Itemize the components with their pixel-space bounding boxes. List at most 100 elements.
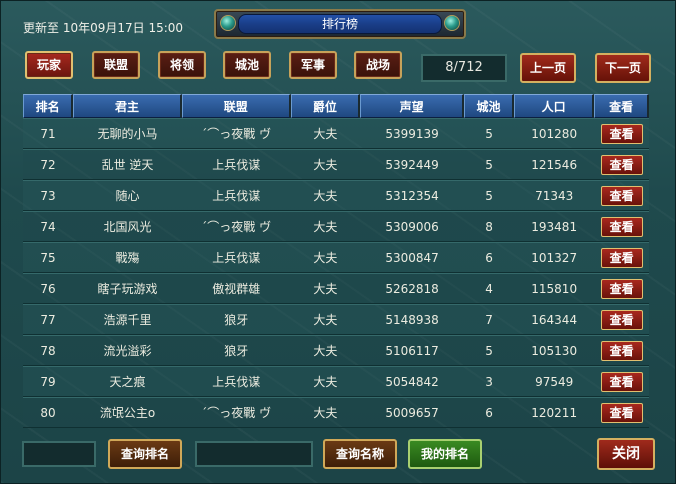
view-button[interactable]: 查看 [600,216,643,237]
prestige-cell: 5312354 [360,180,464,211]
tab-alliance[interactable]: 联盟 [92,51,140,79]
lord-cell: 瞎子玩游戏 [73,273,182,304]
view-cell: 查看 [594,366,649,397]
cities-cell: 8 [463,211,515,242]
table-row: 74 北国风光 ˊ⌒っ夜戰 ヴ大夫 5309006 8 193481 查看 [23,211,649,242]
table-header-row: 排名 君主 联盟 爵位 声望 城池 人口 查看 [23,94,649,118]
window-title: 排行榜 [238,14,442,34]
view-button[interactable]: 查看 [600,185,643,206]
view-button[interactable]: 查看 [600,402,643,423]
prev-page-button[interactable]: 上一页 [520,53,576,83]
population-cell: 121546 [514,149,595,180]
view-button[interactable]: 查看 [600,309,643,330]
table-row: 71 无聊的小马 ˊ⌒っ夜戰 ヴ大夫 5399139 5 101280 查看 [23,118,649,149]
view-button[interactable]: 查看 [600,123,643,144]
page-indicator: 8/712 [421,54,507,82]
rank-query-input[interactable] [22,441,96,467]
rank-cell: 76 [23,273,74,304]
lord-cell: 戰殤 [73,242,182,273]
title-cell: 大夫 [290,304,361,335]
view-cell: 查看 [594,149,649,180]
col-rank-header[interactable]: 排名 [23,94,74,118]
rank-cell: 78 [23,335,74,366]
title-cell: 大夫 [290,149,361,180]
lord-cell: 无聊的小马 [73,118,182,149]
population-cell: 97549 [514,366,595,397]
title-cell: 大夫 [290,335,361,366]
cities-cell: 6 [463,242,515,273]
title-cell: 大夫 [290,118,361,149]
prestige-cell: 5309006 [360,211,464,242]
alliance-cell: 狼牙 [181,335,291,366]
title-cell: 大夫 [290,366,361,397]
alliance-cell: ˊ⌒っ夜戰 ヴ [181,211,291,242]
tab-battlefield[interactable]: 战场 [354,51,402,79]
ranking-window: 更新至 10年09月17日 15:00 排行榜 玩家 联盟 将领 城池 军事 战… [0,0,676,484]
alliance-cell: 傲视群雄 [181,273,291,304]
population-cell: 164344 [514,304,595,335]
table-row: 77 浩源千里 狼牙 大夫 5148938 7 164344 查看 [23,304,649,335]
tab-city[interactable]: 城池 [223,51,271,79]
table-row: 79 天之痕 上兵伐谋 大夫 5054842 3 97549 查看 [23,366,649,397]
alliance-cell: ˊ⌒っ夜戰 ヴ [181,118,291,149]
alliance-cell: 上兵伐谋 [181,180,291,211]
prestige-cell: 5392449 [360,149,464,180]
cities-cell: 6 [463,397,515,428]
title-cell: 大夫 [290,242,361,273]
population-cell: 101327 [514,242,595,273]
population-cell: 115810 [514,273,595,304]
alliance-cell: 上兵伐谋 [181,366,291,397]
population-cell: 105130 [514,335,595,366]
my-rank-button[interactable]: 我的排名 [408,439,482,469]
query-name-button[interactable]: 查询名称 [323,439,397,469]
view-cell: 查看 [594,180,649,211]
cities-cell: 5 [463,149,515,180]
view-button[interactable]: 查看 [600,340,643,361]
view-cell: 查看 [594,242,649,273]
col-title-header[interactable]: 爵位 [290,94,361,118]
cities-cell: 5 [463,118,515,149]
view-button[interactable]: 查看 [600,371,643,392]
right-orb-icon [444,15,460,31]
rank-cell: 75 [23,242,74,273]
view-cell: 查看 [594,273,649,304]
view-cell: 查看 [594,335,649,366]
view-button[interactable]: 查看 [600,278,643,299]
col-population-header[interactable]: 人口 [514,94,595,118]
close-button[interactable]: 关闭 [597,438,655,470]
title-cell: 大夫 [290,397,361,428]
cities-cell: 4 [463,273,515,304]
cities-cell: 5 [463,335,515,366]
lord-cell: 流光溢彩 [73,335,182,366]
rank-cell: 74 [23,211,74,242]
table-row: 80 流氓公主ο ˊ⌒っ夜戰 ヴ大夫 5009657 6 120211 查看 [23,397,649,428]
col-lord-header[interactable]: 君主 [73,94,182,118]
view-button[interactable]: 查看 [600,154,643,175]
view-cell: 查看 [594,397,649,428]
tab-player[interactable]: 玩家 [25,51,73,79]
rank-cell: 77 [23,304,74,335]
population-cell: 101280 [514,118,595,149]
title-cell: 大夫 [290,211,361,242]
view-button[interactable]: 查看 [600,247,643,268]
alliance-cell: 狼牙 [181,304,291,335]
alliance-cell: ˊ⌒っ夜戰 ヴ [181,397,291,428]
rank-cell: 79 [23,366,74,397]
query-rank-button[interactable]: 查询排名 [108,439,182,469]
col-alliance-header[interactable]: 联盟 [181,94,291,118]
name-query-input[interactable] [195,441,313,467]
table-row: 75 戰殤 上兵伐谋 大夫 5300847 6 101327 查看 [23,242,649,273]
tab-military[interactable]: 军事 [289,51,337,79]
cities-cell: 7 [463,304,515,335]
table-row: 76 瞎子玩游戏 傲视群雄 大夫 5262818 4 115810 查看 [23,273,649,304]
lord-cell: 乱世 逆天 [73,149,182,180]
prestige-cell: 5399139 [360,118,464,149]
title-cell: 大夫 [290,273,361,304]
col-cities-header[interactable]: 城池 [463,94,515,118]
view-cell: 查看 [594,118,649,149]
next-page-button[interactable]: 下一页 [595,53,651,83]
table-row: 72 乱世 逆天 上兵伐谋 大夫 5392449 5 121546 查看 [23,149,649,180]
col-prestige-header[interactable]: 声望 [360,94,464,118]
lord-cell: 天之痕 [73,366,182,397]
tab-general[interactable]: 将领 [158,51,206,79]
